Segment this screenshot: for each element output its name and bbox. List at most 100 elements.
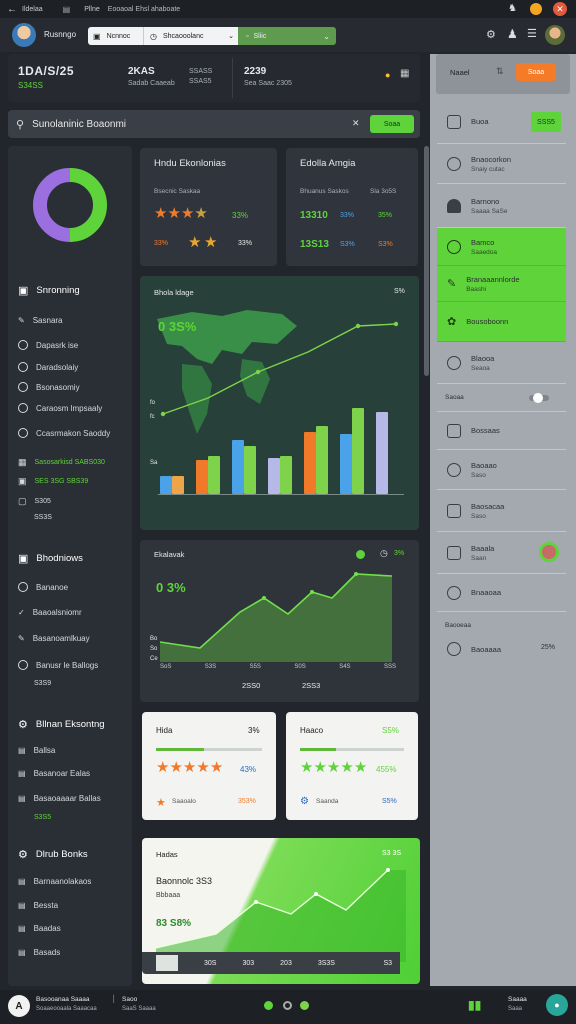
sidebar-item-13[interactable]: ▤ Basaoaaaar Ballas xyxy=(18,794,101,803)
box-icon: ▣ xyxy=(18,553,29,565)
right-panel-item-9[interactable]: Baosacaa Saso xyxy=(437,490,566,532)
sidebar-item-highlight[interactable]: ▦ Sasosarkisd SABS030 xyxy=(18,457,105,468)
sidebar-item-9[interactable]: ✎ Basanoamlkuay xyxy=(18,634,90,643)
select-shcaooolanc-label: Shcaooolanc xyxy=(162,32,204,40)
settings-icon[interactable]: ⚙ xyxy=(486,28,496,41)
sidebar-item-5[interactable]: Caraosm lmpsaaly xyxy=(18,403,102,413)
briefcase-icon xyxy=(447,503,461,518)
brand-icon[interactable]: ▮▮ xyxy=(468,998,481,1012)
select-sliic[interactable]: ▫ Sliic ⌄ xyxy=(238,27,336,45)
search-input[interactable]: Sunolaninic Boaonmi xyxy=(32,119,126,130)
close-icon[interactable]: ✕ xyxy=(352,118,360,129)
rp-item-label: Blaooa xyxy=(471,353,495,363)
right-panel-item-5[interactable]: ✿ Bousoboonn xyxy=(437,302,566,342)
right-panel-item-4[interactable]: ✎ Branaaannlorde Baashi xyxy=(437,266,566,302)
star-icon: ★ xyxy=(154,205,168,222)
right-panel-item-8[interactable]: Baoaao Saso xyxy=(437,450,566,490)
sidebar-item-15[interactable]: ▤ Bessta xyxy=(18,901,58,910)
sidebar-item-2[interactable]: Dapasrk ise xyxy=(18,340,78,350)
select-shcaooolanc[interactable]: ◷ Shcaooolanc ⌄ xyxy=(143,27,238,45)
right-panel-item-1[interactable]: Bnaocorkon Snaiy cutac xyxy=(437,144,566,184)
page-dot[interactable] xyxy=(283,1001,292,1010)
chevron-down-icon: ⌄ xyxy=(323,31,330,41)
app-logo-icon[interactable]: A xyxy=(8,995,30,1017)
bar xyxy=(160,476,172,494)
right-panel-item-7[interactable]: Bossaas xyxy=(437,412,566,450)
sidebar-item-11[interactable]: ▤ Ballsa xyxy=(18,746,55,755)
gear-icon: ⚙ xyxy=(300,796,309,807)
select-ncnnoc[interactable]: ▣ Ncnnoc xyxy=(88,27,143,45)
close-window-icon[interactable]: ✕ xyxy=(553,2,567,16)
settings-icon xyxy=(447,585,461,600)
right-panel-header-button[interactable]: Soaa xyxy=(516,63,556,81)
sidebar-item-14[interactable]: ▤ Barnaanolakaos xyxy=(18,877,91,886)
right-panel-item-6[interactable]: Blaooa Seaoa xyxy=(437,342,566,384)
review-1-progress-fill xyxy=(156,748,204,751)
right-panel-item-11[interactable]: Bnaaoaa xyxy=(437,574,566,612)
rp-item-pct: 25% xyxy=(541,644,556,651)
sidebar-item-label: Sasnara xyxy=(32,316,63,325)
sidebar-item-10[interactable]: Banusr le Ballogs xyxy=(18,660,98,670)
page-dot-active[interactable] xyxy=(264,1001,273,1010)
chat-bubble-icon[interactable]: ● xyxy=(546,994,568,1016)
right-panel-item-3[interactable]: Bamco Saaedoa xyxy=(437,228,566,266)
trend-point xyxy=(393,321,399,327)
area-footer-2: 2SS3 xyxy=(302,681,321,690)
tab-title[interactable]: Ildelaa xyxy=(22,6,43,13)
grid-icon[interactable]: ▦ xyxy=(400,68,409,79)
y-axis-label: fc xyxy=(150,414,155,420)
star-icon: ★ xyxy=(169,759,183,776)
menu-icon[interactable]: ☰ xyxy=(527,27,537,40)
sidebar-item-8[interactable]: ✓ Baaoalsniomr xyxy=(18,608,82,617)
map-card-corner: S% xyxy=(394,288,405,295)
right-panel-item-10[interactable]: Baaala Saan xyxy=(437,532,566,574)
tab2-title[interactable]: Pllne xyxy=(84,6,100,13)
star-icon: ★ xyxy=(180,205,195,222)
sidebar-item-4[interactable]: Bsonasomiy xyxy=(18,382,80,392)
rating-card-2-sub-left: Bhuanus Saskos xyxy=(300,188,349,195)
sidebar-section-bhodniows[interactable]: ▣ Bhodniows xyxy=(18,552,83,565)
sidebar-item-highlight2[interactable]: ▣ SES 3SG SBS39 xyxy=(18,476,88,487)
sidebar-item-12[interactable]: ▤ Basanoar Ealas xyxy=(18,769,90,778)
sidebar-item-7[interactable]: Bananoe xyxy=(18,582,68,592)
search-button[interactable]: Soaa xyxy=(370,115,414,133)
review-2-stars: ★★★★★ xyxy=(300,760,367,775)
stat-main-sub: S34SS xyxy=(18,81,43,90)
toggle-label: Saoaa xyxy=(445,394,464,401)
review-1-stars: ★★★★★ xyxy=(156,760,223,775)
calendar-icon: ▦ xyxy=(18,457,27,467)
avatar[interactable] xyxy=(12,23,36,47)
close-icon[interactable]: ▤ xyxy=(63,5,71,14)
sidebar-section-bllnan[interactable]: ⚙ Bllnan Eksontng xyxy=(18,718,105,731)
user-icon[interactable]: ♞ xyxy=(508,3,517,14)
pin-icon: │ xyxy=(112,996,117,1003)
profile-icon[interactable]: ♟ xyxy=(507,27,518,41)
sidebar-item-3[interactable]: Daradsolaiy xyxy=(18,362,78,372)
sidebar-item-16[interactable]: ▤ Baadas xyxy=(18,924,61,933)
review-1-small-label: Saaoalo xyxy=(172,798,196,805)
right-panel-item-top[interactable]: Buoa SSS5 xyxy=(437,100,566,144)
sidebar-item-label: Daradsolaiy xyxy=(36,362,79,372)
sidebar-item-17[interactable]: ▤ Basads xyxy=(18,948,60,957)
sidebar-section-snronning[interactable]: ▣ Snronning xyxy=(18,284,80,297)
sidebar-item-1[interactable]: ✎ Sasnara xyxy=(18,316,63,325)
sidebar-section-label: Bllnan Eksontng xyxy=(35,719,105,730)
scrollbar[interactable] xyxy=(424,146,429,376)
rp-item-badge: SSS5 xyxy=(531,112,561,132)
lightbulb-icon[interactable]: ● xyxy=(385,70,390,80)
page-dot[interactable] xyxy=(300,1001,309,1010)
sidebar-item-6[interactable]: Ccasrmakon Saoddy xyxy=(18,428,110,438)
sort-icon[interactable]: ⇅ xyxy=(496,66,504,77)
sidebar-section-dlrub[interactable]: ⚙ Dlrub Bonks xyxy=(18,848,88,861)
bar xyxy=(376,412,388,494)
star-icon: ★ xyxy=(353,759,368,776)
search-bar[interactable]: ⚲ Sunolaninic Boaonmi ✕ Soaa xyxy=(8,110,420,138)
avatar-right[interactable] xyxy=(545,25,565,45)
rp-item-label: Branaaannlorde xyxy=(466,274,520,284)
right-panel-footer-item[interactable]: Baoaaaa 25% xyxy=(437,634,566,664)
arrow-left-icon[interactable]: ← xyxy=(6,4,18,15)
flame-icon xyxy=(447,462,461,477)
review-1-stars-value: 43% xyxy=(240,765,257,774)
notification-icon[interactable] xyxy=(530,3,542,15)
right-panel-item-2[interactable]: Barnono Saaaa SaSe xyxy=(437,184,566,228)
